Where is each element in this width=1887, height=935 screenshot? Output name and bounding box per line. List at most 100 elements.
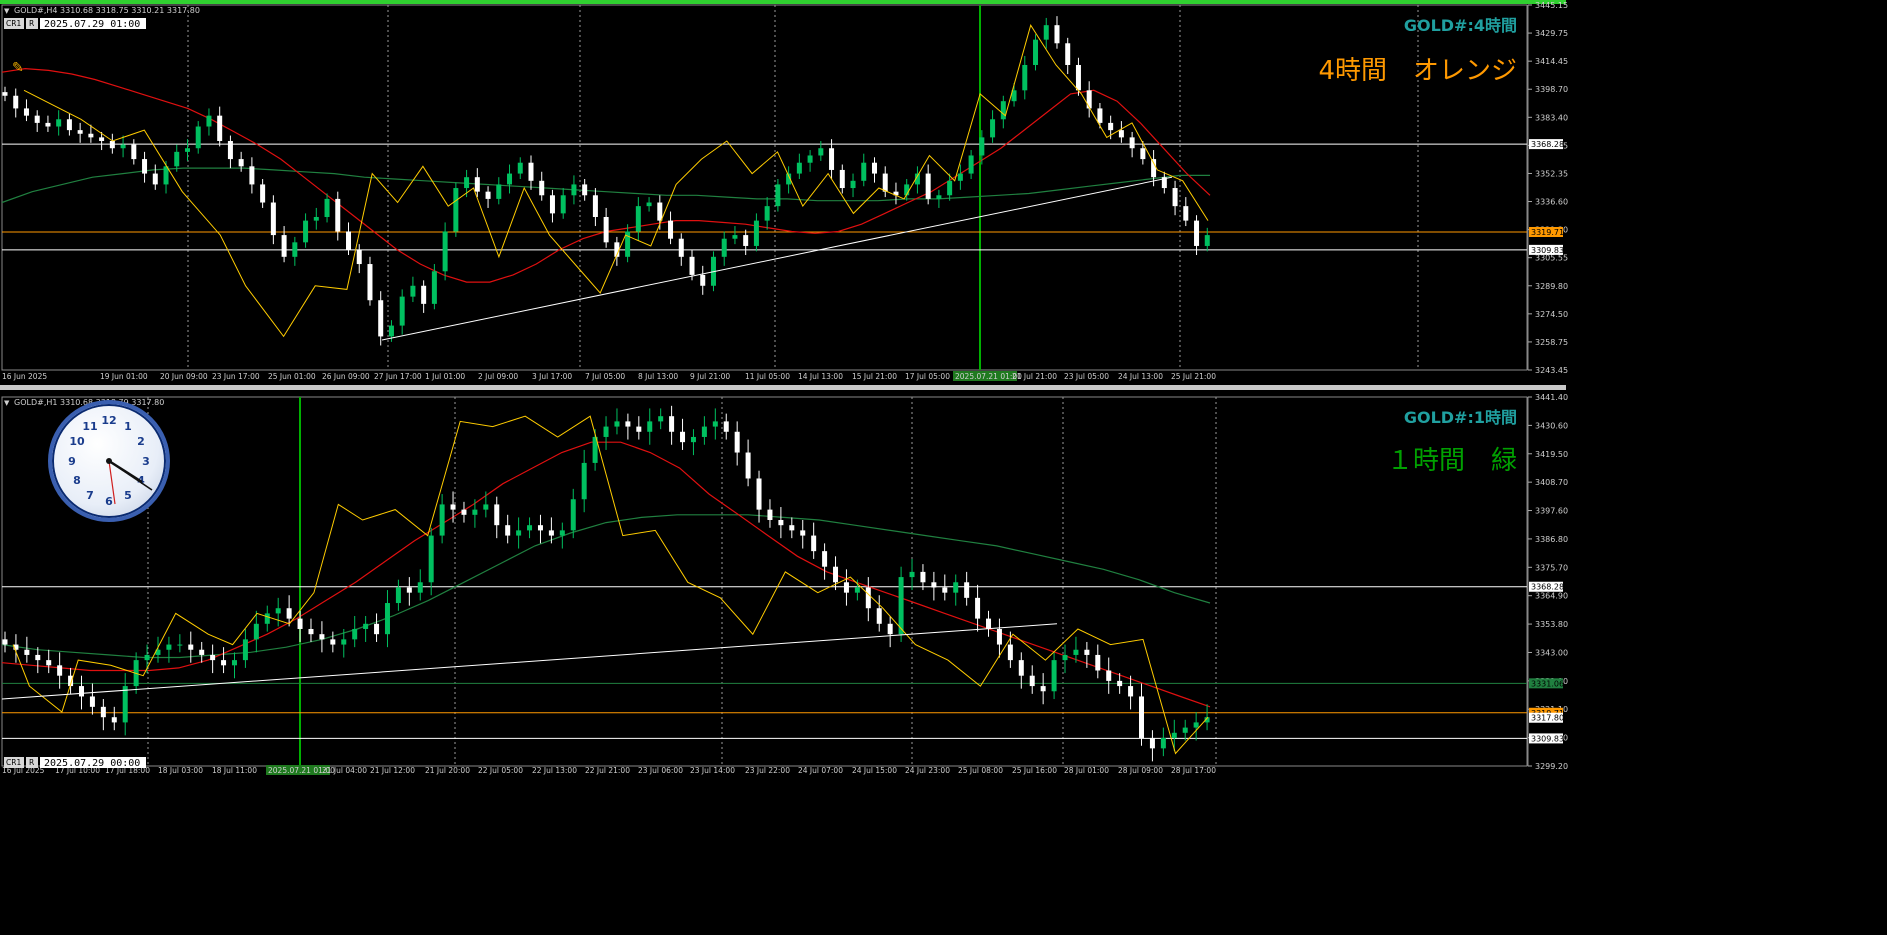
candle (461, 509, 467, 515)
y-tick-label: 3430.60 (1535, 421, 1568, 430)
candle (496, 184, 502, 199)
candle (986, 618, 992, 629)
candle (1160, 737, 1166, 749)
x-tick-label: 22 Jul 13:00 (532, 766, 577, 775)
candle (1029, 675, 1035, 687)
candle (131, 144, 137, 160)
collapse-icon: ▼ (4, 7, 10, 15)
candle (539, 180, 545, 196)
candle (346, 231, 352, 250)
svg-text:7: 7 (86, 489, 94, 502)
x-tick-label: 25 Jul 21:00 (1171, 372, 1216, 381)
candle (249, 166, 255, 185)
price-tag-label: 3368.28 (1531, 583, 1564, 592)
candle (953, 582, 959, 593)
candle (668, 220, 674, 239)
candle (270, 202, 276, 236)
candle (701, 426, 707, 437)
crosshair-time: 2025.07.29 01:00 (44, 19, 140, 30)
candle (968, 155, 974, 174)
y-tick-label: 3258.75 (1535, 338, 1568, 347)
y-tick-label: 3243.45 (1535, 366, 1568, 375)
x-tick-label: 3 Jul 17:00 (532, 372, 572, 381)
candle (227, 140, 233, 160)
svg-text:10: 10 (69, 435, 85, 448)
candle (979, 137, 985, 156)
candle (292, 242, 298, 257)
candle (352, 628, 358, 640)
candle (505, 525, 511, 536)
x-tick-label: 24 Jul 15:00 (852, 766, 897, 775)
x-tick-label: 1 Jul 01:00 (425, 372, 465, 381)
candle (871, 162, 877, 174)
x-tick-label: 24 Jul 13:00 (1118, 372, 1163, 381)
candle (516, 530, 522, 536)
candle (335, 198, 341, 232)
candle (560, 195, 566, 214)
crosshair-time: 2025.07.29 00:00 (44, 758, 140, 769)
x-tick-label: 24 Jul 07:00 (798, 766, 843, 775)
candle (303, 220, 309, 243)
svg-text:11: 11 (82, 420, 97, 433)
candle (1075, 64, 1081, 91)
candle (603, 426, 609, 437)
plot-frame (1, 396, 1528, 767)
candle (1118, 130, 1124, 138)
price-tag-label: 3309.83 (1531, 246, 1564, 255)
x-tick-label: 23 Jul 22:00 (745, 766, 790, 775)
candle (882, 173, 888, 192)
candle (374, 623, 380, 635)
chart-canvas[interactable]: 3445.153429.753414.453398.703383.403367.… (0, 0, 1887, 931)
chart-pane-1: 3445.153429.753414.453398.703383.403367.… (1, 1, 1568, 381)
candle (775, 184, 781, 207)
candle (678, 238, 684, 257)
candle (474, 177, 480, 192)
candle (507, 173, 513, 185)
chart-annotation: 4時間 オレンジ (1318, 56, 1517, 86)
candle (260, 184, 266, 203)
collapse-icon: ▼ (4, 399, 10, 407)
candle (778, 520, 784, 526)
candle (1065, 43, 1071, 65)
candle (319, 634, 325, 640)
candle (1000, 101, 1006, 120)
candle (308, 628, 314, 635)
candle (723, 421, 729, 432)
y-tick-label: 3397.60 (1535, 507, 1568, 516)
candle (689, 256, 695, 275)
candle (410, 285, 416, 297)
candle (275, 608, 281, 614)
x-tick-label: 28 Jul 09:00 (1118, 766, 1163, 775)
candle (833, 566, 839, 583)
candle (1139, 696, 1145, 738)
candle (206, 115, 212, 127)
candle (442, 231, 448, 272)
candle (647, 421, 653, 432)
candle (77, 130, 83, 134)
chart-annotation: １時間 緑 (1387, 446, 1517, 476)
candle (657, 202, 663, 221)
y-tick-label: 3445.15 (1535, 1, 1568, 10)
x-tick-label: 18 Jul 03:00 (158, 766, 203, 775)
candle (142, 159, 148, 174)
x-tick-label: 17 Jul 05:00 (905, 372, 950, 381)
candle (1007, 644, 1013, 661)
candle (450, 504, 456, 510)
x-tick-label: 28 Jul 01:00 (1064, 766, 1109, 775)
candle (428, 535, 434, 583)
x-tick-label: 25 Jun 01:00 (268, 372, 316, 381)
y-tick-label: 3299.20 (1535, 762, 1568, 771)
candle (527, 525, 533, 531)
chart-pane-2: 3441.40 3430.60 3419.50 3408.70 3397.60 3386.… (1, 393, 1568, 775)
candle (1193, 722, 1199, 728)
x-tick-label: 26 Jun 09:00 (322, 372, 370, 381)
candle (811, 535, 817, 552)
candle (1108, 122, 1114, 131)
candle (286, 608, 292, 619)
trendline (1, 623, 1058, 700)
candle (614, 421, 620, 427)
x-tick-label: 25 Jul 16:00 (1012, 766, 1057, 775)
candle (1018, 660, 1024, 676)
y-tick-label: 3274.50 (1535, 310, 1568, 319)
r-label: R (29, 758, 34, 767)
